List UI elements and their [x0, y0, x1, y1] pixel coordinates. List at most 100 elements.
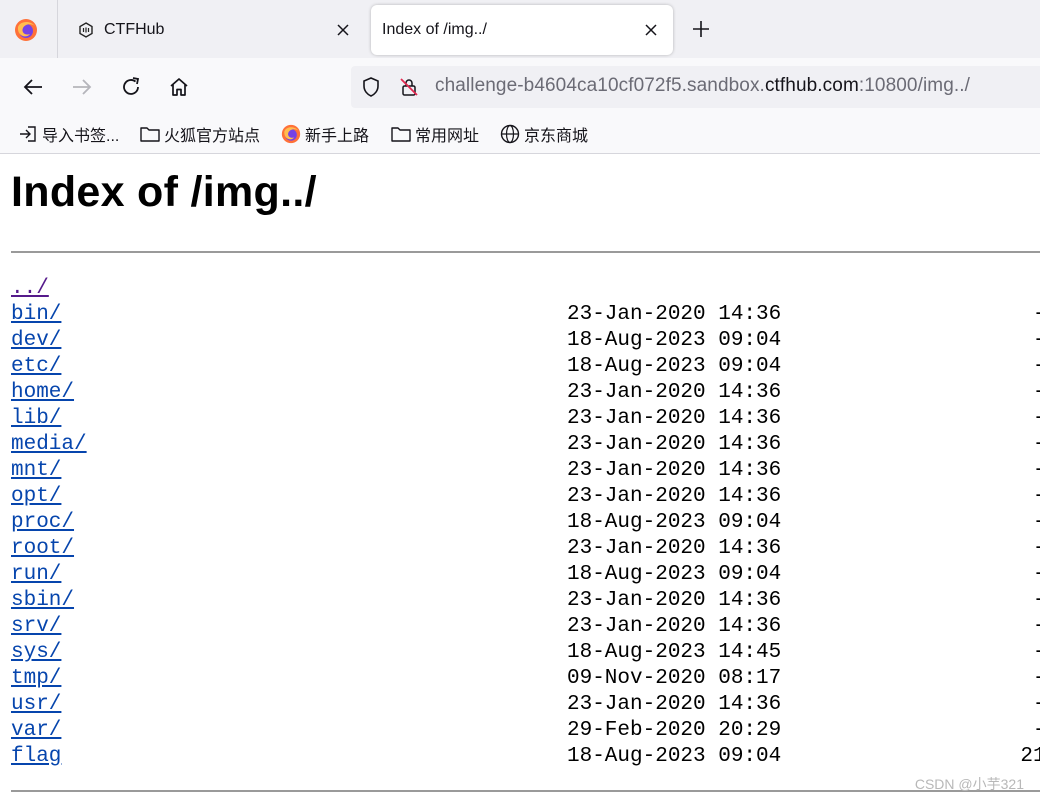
- entry-size: -: [986, 640, 1040, 666]
- entry-link[interactable]: root/: [11, 536, 74, 562]
- bookmark-jd[interactable]: 京东商城: [500, 122, 588, 146]
- entry-size: -: [986, 536, 1040, 562]
- entry-date: 23-Jan-2020 14:36: [567, 537, 782, 560]
- entry-link[interactable]: opt/: [11, 484, 61, 510]
- entry-size: -: [986, 588, 1040, 614]
- firefox-icon: [281, 124, 301, 144]
- url-prefix: challenge-b4604ca10cf072f5.sandbox.: [435, 75, 765, 96]
- entry-size: -: [986, 354, 1040, 380]
- entry-link[interactable]: home/: [11, 380, 74, 406]
- entry-size: -: [986, 718, 1040, 744]
- bookmark-label: 常用网址: [415, 128, 480, 145]
- back-arrow-icon[interactable]: [19, 73, 47, 101]
- close-tab-icon[interactable]: [331, 18, 355, 42]
- directory-listing: ../ bin/23-Jan-2020 14:36-dev/18-Aug-202…: [11, 276, 1040, 770]
- listing-row: media/23-Jan-2020 14:36 -: [11, 432, 1040, 458]
- entry-link[interactable]: flag: [11, 744, 61, 770]
- watermark: CSDN @小芋321: [914, 776, 1024, 792]
- listing-row: home/23-Jan-2020 14:36 -: [11, 380, 1040, 406]
- entry-link[interactable]: srv/: [11, 614, 61, 640]
- url-suffix: :10800/img../: [858, 75, 971, 96]
- entry-size: -: [986, 562, 1040, 588]
- entry-size: 21: [1020, 745, 1040, 768]
- entry-size: -: [986, 614, 1040, 640]
- bookmark-label: 新手上路: [305, 128, 370, 145]
- listing-row: flag 18-Aug-2023 09:04 21: [11, 744, 1040, 770]
- tab-title: CTFHub: [104, 21, 165, 38]
- listing-row: sbin/23-Jan-2020 14:36 -: [11, 588, 1040, 614]
- entry-date: 23-Jan-2020 14:36: [567, 485, 782, 508]
- entry-link[interactable]: etc/: [11, 354, 61, 380]
- listing-row: run/18-Aug-2023 09:04 -: [11, 562, 1040, 588]
- tab-strip: CTFHub Index of /img../: [0, 0, 1040, 58]
- entry-size: -: [986, 406, 1040, 432]
- listing-row: tmp/09-Nov-2020 08:17 -: [11, 666, 1040, 692]
- parent-directory-link[interactable]: ../: [11, 276, 49, 302]
- bookmark-label: 京东商城: [524, 128, 589, 145]
- listing-row: proc/18-Aug-2023 09:04 -: [11, 510, 1040, 536]
- entry-link[interactable]: mnt/: [11, 458, 61, 484]
- entry-link[interactable]: dev/: [11, 328, 61, 354]
- url-text[interactable]: challenge-b4604ca10cf072f5.sandbox.ctfhu…: [435, 75, 970, 97]
- url-domain: ctfhub.com: [764, 75, 859, 96]
- entry-date: 23-Jan-2020 14:36: [567, 407, 782, 430]
- tab-ctfhub[interactable]: CTFHub: [60, 5, 365, 55]
- insecure-lock-icon[interactable]: [399, 77, 419, 97]
- listing-row: srv/23-Jan-2020 14:36 -: [11, 614, 1040, 640]
- browser-chrome: CTFHub Index of /img../ challenge-b4604c…: [0, 0, 1040, 154]
- entry-link[interactable]: tmp/: [11, 666, 61, 692]
- firefox-menu-icon[interactable]: [10, 14, 42, 46]
- close-tab-icon[interactable]: [639, 18, 663, 42]
- entry-size: -: [986, 328, 1040, 354]
- ctfhub-favicon-icon: [78, 22, 94, 38]
- entry-link[interactable]: media/: [11, 432, 87, 458]
- entry-date: 23-Jan-2020 14:36: [567, 589, 782, 612]
- home-icon[interactable]: [165, 73, 193, 101]
- shield-icon[interactable]: [361, 77, 381, 97]
- entry-link[interactable]: proc/: [11, 510, 74, 536]
- entry-link[interactable]: sbin/: [11, 588, 74, 614]
- folder-icon: [140, 124, 160, 144]
- url-bar[interactable]: challenge-b4604ca10cf072f5.sandbox.ctfhu…: [351, 66, 1040, 108]
- bookmark-label: 火狐官方站点: [164, 128, 261, 145]
- listing-row: sys/18-Aug-2023 14:45 -: [11, 640, 1040, 666]
- bookmark-import[interactable]: 导入书签...: [18, 122, 119, 146]
- listing-row: bin/23-Jan-2020 14:36 -: [11, 302, 1040, 328]
- listing-row: dev/18-Aug-2023 09:04 -: [11, 328, 1040, 354]
- entry-link[interactable]: sys/: [11, 640, 61, 666]
- entry-date: 23-Jan-2020 14:36: [567, 459, 782, 482]
- reload-icon[interactable]: [117, 73, 145, 101]
- globe-icon: [500, 124, 520, 144]
- entry-date: 29-Feb-2020 20:29: [567, 719, 782, 742]
- entry-link[interactable]: lib/: [11, 406, 61, 432]
- bookmark-getting-started[interactable]: 新手上路: [281, 122, 369, 146]
- entry-link[interactable]: usr/: [11, 692, 61, 718]
- import-icon: [18, 124, 38, 144]
- listing-row: lib/23-Jan-2020 14:36 -: [11, 406, 1040, 432]
- bookmark-firefox-official[interactable]: 火狐官方站点: [140, 122, 260, 146]
- entry-date: 23-Jan-2020 14:36: [567, 381, 782, 404]
- entry-date: 23-Jan-2020 14:36: [567, 433, 782, 456]
- tab-index-of-img[interactable]: Index of /img../: [371, 5, 673, 55]
- entry-link[interactable]: var/: [11, 718, 61, 744]
- bookmark-common-sites[interactable]: 常用网址: [391, 122, 479, 146]
- page-content: Index of /img../ ../ bin/23-Jan-2020 14:…: [0, 154, 1040, 804]
- entry-link[interactable]: bin/: [11, 302, 61, 328]
- listing-row: root/23-Jan-2020 14:36 -: [11, 536, 1040, 562]
- page-title: Index of /img../: [11, 168, 317, 216]
- entry-link[interactable]: run/: [11, 562, 61, 588]
- parent-directory-row: ../: [11, 276, 87, 302]
- entry-date: 18-Aug-2023 09:04: [567, 745, 782, 768]
- tab-separator: [57, 0, 58, 58]
- entry-size: -: [986, 692, 1040, 718]
- forward-arrow-icon[interactable]: [68, 73, 96, 101]
- entry-date: 18-Aug-2023 09:04: [567, 511, 782, 534]
- new-tab-plus-icon[interactable]: [688, 16, 714, 42]
- entry-date: 18-Aug-2023 09:04: [567, 329, 782, 352]
- bookmarks-toolbar: 导入书签... 火狐官方站点 新手上路 常用网址 京东商城: [0, 116, 1040, 154]
- entry-size: -: [986, 484, 1040, 510]
- tab-title: Index of /img../: [382, 21, 487, 38]
- entry-size: -: [986, 666, 1040, 692]
- listing-row: mnt/23-Jan-2020 14:36 -: [11, 458, 1040, 484]
- listing-row: etc/18-Aug-2023 09:04 -: [11, 354, 1040, 380]
